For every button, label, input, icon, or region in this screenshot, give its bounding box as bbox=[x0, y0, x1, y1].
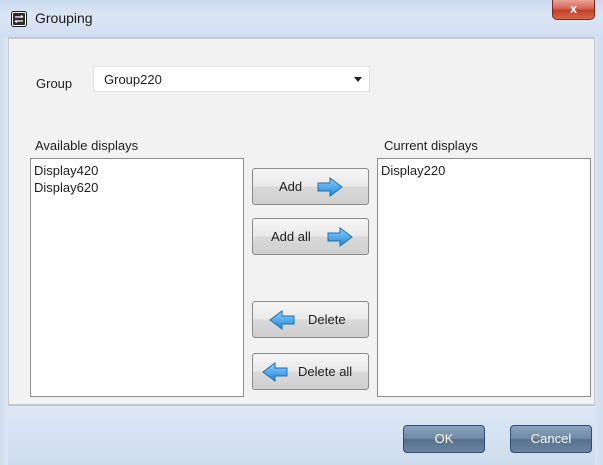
window-title: Grouping bbox=[35, 10, 93, 26]
delete-all-button-label: Delete all bbox=[298, 364, 353, 379]
group-selected-value: Group220 bbox=[104, 72, 162, 87]
arrow-left-icon bbox=[269, 310, 295, 330]
title-bar[interactable]: Grouping x bbox=[0, 0, 603, 38]
group-dropdown[interactable]: Group220 bbox=[93, 66, 370, 92]
arrow-right-icon bbox=[317, 177, 343, 197]
add-button[interactable]: Add bbox=[252, 168, 369, 205]
window-frame-left bbox=[0, 37, 11, 465]
arrow-left-icon bbox=[262, 362, 288, 382]
current-displays-list[interactable]: Display220 bbox=[377, 158, 591, 397]
ok-button[interactable]: OK bbox=[403, 425, 485, 453]
add-all-button-label: Add all bbox=[271, 229, 311, 244]
close-icon: x bbox=[569, 1, 578, 16]
add-all-button[interactable]: Add all bbox=[252, 218, 369, 255]
list-item[interactable]: Display620 bbox=[34, 179, 240, 196]
chevron-down-icon bbox=[354, 77, 362, 82]
delete-button-label: Delete bbox=[308, 312, 346, 327]
grouping-dialog: Grouping x Group Group220 Available disp… bbox=[0, 0, 603, 465]
list-item[interactable]: Display220 bbox=[381, 162, 587, 179]
cancel-button-label: Cancel bbox=[530, 431, 572, 446]
dialog-footer: OK Cancel bbox=[8, 405, 595, 465]
list-item[interactable]: Display420 bbox=[34, 162, 240, 179]
delete-button[interactable]: Delete bbox=[252, 301, 369, 338]
app-icon bbox=[11, 11, 27, 27]
available-displays-list[interactable]: Display420 Display620 bbox=[30, 158, 244, 397]
add-button-label: Add bbox=[279, 179, 303, 194]
arrow-right-icon bbox=[327, 227, 353, 247]
group-label: Group bbox=[36, 76, 73, 91]
available-displays-label: Available displays bbox=[35, 138, 139, 153]
delete-all-button[interactable]: Delete all bbox=[252, 353, 369, 390]
cancel-button[interactable]: Cancel bbox=[510, 425, 592, 453]
current-displays-label: Current displays bbox=[384, 138, 478, 153]
window-frame-right bbox=[595, 37, 603, 465]
ok-button-label: OK bbox=[434, 431, 454, 446]
close-button[interactable]: x bbox=[552, 0, 595, 20]
